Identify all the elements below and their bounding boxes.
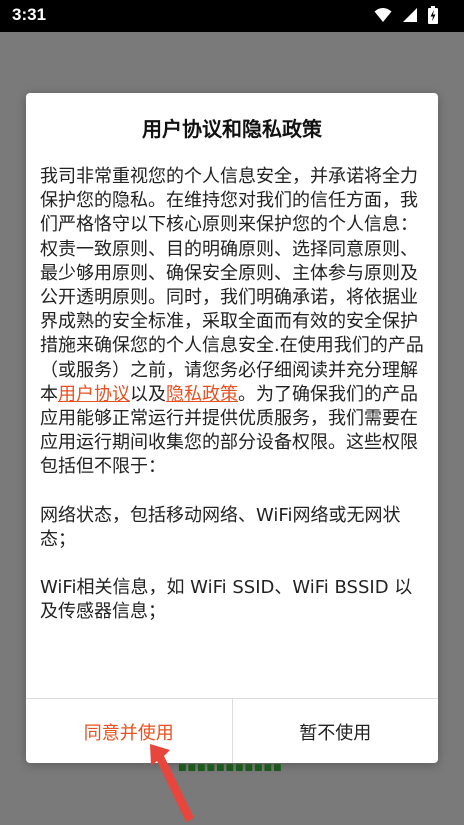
- status-icons: [374, 6, 438, 24]
- cell-signal-icon: [403, 8, 417, 22]
- dialog-title: 用户协议和隐私政策: [142, 117, 322, 141]
- link-connector-text: 以及: [130, 383, 166, 405]
- wifi-permission-text: WiFi相关信息，如 WiFi SSID、WiFi BSSID 以及传感器信息；: [40, 577, 413, 623]
- dialog-body[interactable]: 我司非常重视您的个人信息安全，并承诺将全力保护您的隐私。在维持您对我们的信任方面…: [40, 165, 424, 693]
- decline-button[interactable]: 暂不使用: [233, 699, 439, 763]
- status-time: 3:31: [12, 5, 47, 24]
- user-agreement-link[interactable]: 用户协议: [58, 384, 130, 405]
- privacy-dialog: 用户协议和隐私政策 我司非常重视您的个人信息安全，并承诺将全力保护您的隐私。在维…: [26, 93, 438, 763]
- agree-and-use-button[interactable]: 同意并使用: [26, 699, 233, 763]
- annotation-arrow-icon: [150, 744, 194, 822]
- paragraph-intro: 我司非常重视您的个人信息安全，并承诺将全力保护您的隐私。在维持您对我们的信任方面…: [40, 165, 424, 480]
- status-bar: 3:31: [0, 0, 464, 32]
- network-permission-text: 网络状态，包括移动网络、WiFi网络或无网状态；: [40, 504, 401, 550]
- battery-charging-icon: [428, 6, 438, 24]
- dialog-actions: 同意并使用 暂不使用: [26, 698, 438, 763]
- intro-text: 我司非常重视您的个人信息安全，并承诺将全力保护您的隐私。在维持您对我们的信任方面…: [40, 166, 424, 405]
- privacy-policy-link[interactable]: 隐私政策: [166, 384, 238, 405]
- wifi-icon: [374, 8, 392, 22]
